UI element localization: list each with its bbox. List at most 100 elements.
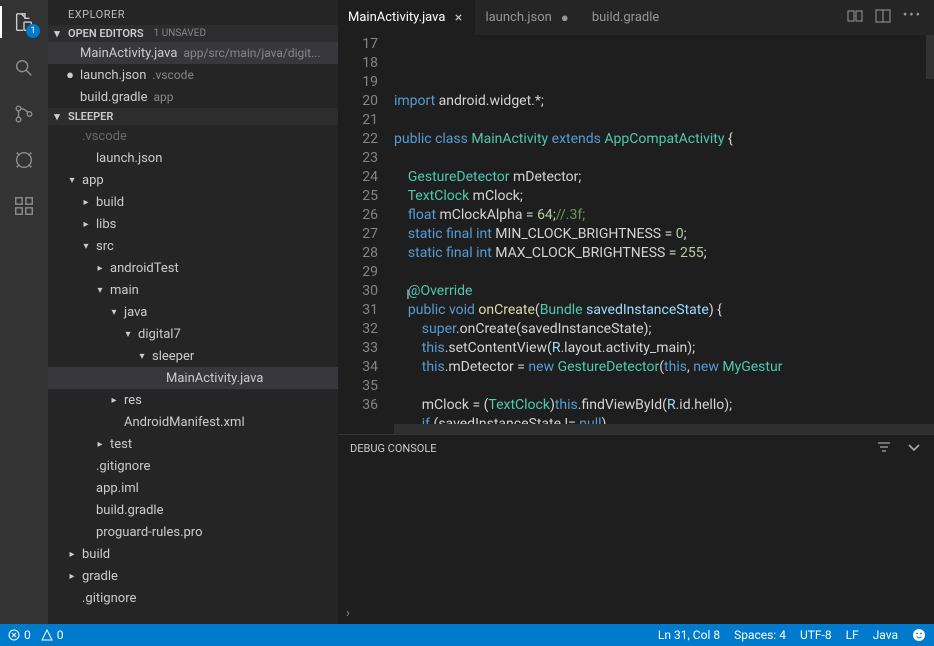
- code-line[interactable]: [394, 149, 934, 168]
- horizontal-scrollbar[interactable]: [394, 424, 934, 434]
- status-errors[interactable]: 0: [8, 628, 31, 642]
- code-line[interactable]: [394, 377, 934, 396]
- debug-console-body[interactable]: [338, 462, 934, 602]
- close-icon[interactable]: ×: [451, 10, 465, 26]
- chevron-icon: ▸: [80, 197, 92, 208]
- code-line[interactable]: this.mDetector = new GestureDetector(thi…: [394, 358, 934, 377]
- code-line[interactable]: public void onCreate(Bundle savedInstanc…: [394, 301, 934, 320]
- tree-item[interactable]: .gitignore: [48, 587, 338, 609]
- open-editor-item[interactable]: build.gradleapp: [48, 86, 338, 108]
- project-header[interactable]: ▾ SLEEPER: [48, 108, 338, 125]
- filter-icon[interactable]: [876, 439, 892, 458]
- tree-item[interactable]: ▸ libs: [48, 213, 338, 235]
- dirty-dot-icon[interactable]: ●: [66, 67, 74, 83]
- code-line[interactable]: super.onCreate(savedInstanceState);: [394, 320, 934, 339]
- code-editor[interactable]: 1718192021222324252627282930313233343536…: [338, 35, 934, 424]
- file-path: .vscode: [152, 68, 193, 82]
- tree-item[interactable]: ▸build: [48, 543, 338, 565]
- code-line[interactable]: this.setContentView(R.layout.activity_ma…: [394, 339, 934, 358]
- explorer-icon[interactable]: 1: [10, 8, 38, 36]
- tree-item[interactable]: ▾digital7: [48, 323, 338, 345]
- tree-label: .vscode: [82, 129, 127, 144]
- status-lang[interactable]: Java: [873, 628, 898, 642]
- tree-item[interactable]: AndroidManifest.xml: [48, 411, 338, 433]
- tree-item[interactable]: proguard-rules.pro: [48, 521, 338, 543]
- tree-label: app: [82, 173, 104, 188]
- code-line[interactable]: import android.widget.*;: [394, 92, 934, 111]
- tree-label: sleeper: [152, 349, 194, 364]
- chevron-icon: ▸: [94, 263, 106, 274]
- tree-item[interactable]: ▸androidTest: [48, 257, 338, 279]
- code-line[interactable]: [394, 111, 934, 130]
- code-line[interactable]: [394, 263, 934, 282]
- open-editors-label: OPEN EDITORS: [68, 27, 144, 40]
- open-editor-item[interactable]: MainActivity.javaapp/src/main/java/digit…: [48, 42, 338, 64]
- sidebar-title: EXPLORER: [48, 0, 338, 25]
- tree-item[interactable]: app.iml: [48, 477, 338, 499]
- tree-item[interactable]: ▾ app: [48, 169, 338, 191]
- chevron-icon: ▾: [66, 175, 78, 186]
- tab-label: MainActivity.java: [348, 10, 445, 25]
- tree-item[interactable]: ▾ sleeper: [48, 345, 338, 367]
- tree-item[interactable]: ▾src: [48, 235, 338, 257]
- chevron-icon: ▾: [108, 307, 120, 318]
- tree-label: build: [96, 195, 124, 210]
- tree-item[interactable]: MainActivity.java: [48, 367, 338, 389]
- error-count: 0: [24, 628, 31, 642]
- breadcrumb[interactable]: ›: [338, 602, 934, 624]
- tab-bar: MainActivity.java × launch.json● build.grad…: [338, 0, 934, 35]
- tree-item[interactable]: ▾main: [48, 279, 338, 301]
- code-line[interactable]: static final int MIN_CLOCK_BRIGHTNESS = …: [394, 225, 934, 244]
- tree-label: .gitignore: [96, 459, 150, 474]
- code-line[interactable]: GestureDetector mDetector;: [394, 168, 934, 187]
- warning-count: 0: [57, 628, 64, 642]
- tab-label: build.gradle: [592, 10, 659, 25]
- tree-item[interactable]: ▸ build: [48, 191, 338, 213]
- tree-item[interactable]: .gitignore: [48, 455, 338, 477]
- status-encoding[interactable]: UTF-8: [800, 628, 832, 642]
- code-line[interactable]: if (savedInstanceState != null): [394, 415, 934, 424]
- extensions-icon[interactable]: [10, 192, 38, 220]
- code-line[interactable]: mClock = (TextClock)this.findViewById(R.…: [394, 396, 934, 415]
- compare-icon[interactable]: [847, 8, 863, 28]
- code-line[interactable]: public class MainActivity extends AppCom…: [394, 130, 934, 149]
- tree-item[interactable]: .vscode: [48, 125, 338, 147]
- split-editor-icon[interactable]: [875, 8, 891, 28]
- project-label: SLEEPER: [68, 110, 113, 123]
- editor-tab[interactable]: launch.json●: [475, 0, 581, 35]
- tree-label: .gitignore: [82, 591, 136, 606]
- chevron-icon: ▸: [80, 219, 92, 230]
- tree-label: MainActivity.java: [166, 371, 263, 386]
- search-icon[interactable]: [10, 54, 38, 82]
- code-line[interactable]: static final int MAX_CLOCK_BRIGHTNESS = …: [394, 244, 934, 263]
- status-eol[interactable]: LF: [846, 628, 859, 642]
- tab-label: launch.json: [485, 10, 551, 25]
- editor-tab[interactable]: MainActivity.java ×: [338, 0, 475, 35]
- tree-label: app.iml: [96, 481, 139, 496]
- tree-item[interactable]: build.gradle: [48, 499, 338, 521]
- code-line[interactable]: @Override: [394, 282, 934, 301]
- tree-item[interactable]: ▾java: [48, 301, 338, 323]
- code-line[interactable]: TextClock mClock;: [394, 187, 934, 206]
- file-path: app: [153, 90, 173, 104]
- tree-label: libs: [96, 217, 116, 232]
- tree-item[interactable]: ▸test: [48, 433, 338, 455]
- tree-label: test: [110, 437, 132, 452]
- status-feedback-icon[interactable]: [912, 628, 926, 642]
- editor-tab[interactable]: build.gradle: [582, 0, 689, 35]
- status-warnings[interactable]: 0: [41, 628, 64, 642]
- status-spaces[interactable]: Spaces: 4: [734, 628, 786, 642]
- tree-item[interactable]: ▸gradle: [48, 565, 338, 587]
- tree-item[interactable]: ▸res: [48, 389, 338, 411]
- panel-chevron-icon[interactable]: [906, 439, 922, 458]
- chevron-icon: ▾: [136, 351, 148, 362]
- status-lncol[interactable]: Ln 31, Col 8: [658, 628, 720, 642]
- open-editors-header[interactable]: ▾ OPEN EDITORS 1 UNSAVED: [48, 25, 338, 42]
- debug-icon[interactable]: [10, 146, 38, 174]
- minimap-slider[interactable]: [926, 35, 934, 79]
- code-line[interactable]: float mClockAlpha = 64;//.3f;: [394, 206, 934, 225]
- more-icon[interactable]: •••: [903, 8, 922, 28]
- tree-item[interactable]: launch.json: [48, 147, 338, 169]
- open-editor-item[interactable]: ●launch.json.vscode: [48, 64, 338, 86]
- source-control-icon[interactable]: [10, 100, 38, 128]
